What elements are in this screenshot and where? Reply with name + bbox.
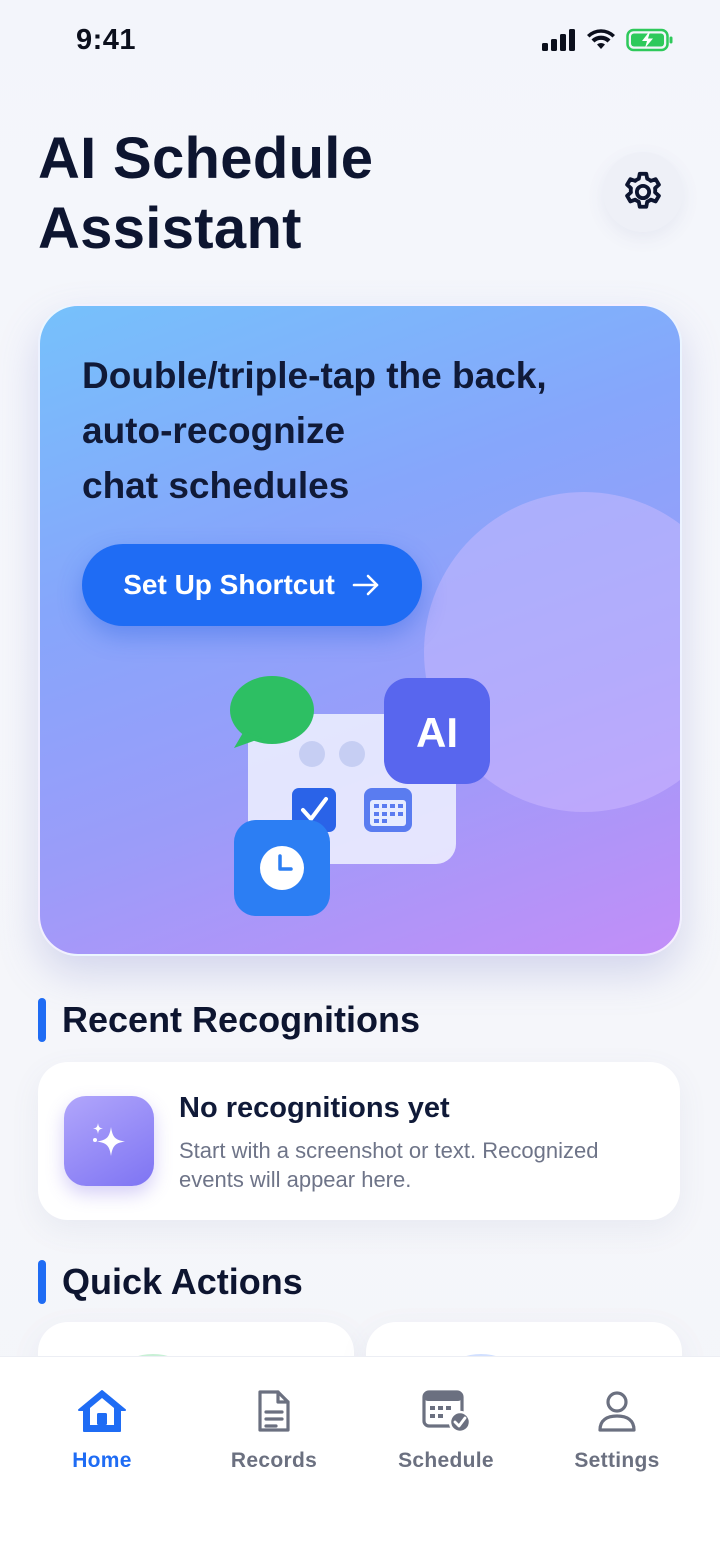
tab-schedule[interactable]: Schedule <box>376 1387 516 1477</box>
tab-home[interactable]: Home <box>32 1387 172 1477</box>
cellular-signal-icon <box>542 29 575 51</box>
status-icons <box>542 28 674 52</box>
section-title: Recent Recognitions <box>62 999 421 1040</box>
section-accent-bar <box>38 1260 46 1304</box>
battery-charging-icon <box>626 28 673 52</box>
tab-label: Settings <box>574 1449 660 1472</box>
home-icon <box>78 1390 126 1432</box>
gear-icon <box>625 171 661 209</box>
section-title: Quick Actions <box>62 1261 303 1302</box>
clock-icon <box>234 820 330 916</box>
settings-button[interactable] <box>603 152 683 232</box>
calendar-grid-icon <box>364 788 412 832</box>
tab-bar: Home Records Schedule Settings <box>0 1356 720 1558</box>
tab-label: Schedule <box>398 1449 494 1472</box>
wifi-icon <box>587 29 615 49</box>
empty-state-title: No recognitions yet <box>179 1092 450 1124</box>
recent-recognitions-header: Recent Recognitions <box>38 998 420 1042</box>
document-icon <box>258 1390 290 1432</box>
calendar-check-icon <box>422 1390 472 1434</box>
hero-illustration: AI <box>230 676 490 916</box>
empty-state-subtitle: Start with a screenshot or text. Recogni… <box>179 1138 599 1192</box>
page-title: AI Schedule Assistant <box>38 126 374 261</box>
tab-records[interactable]: Records <box>204 1387 344 1477</box>
section-accent-bar <box>38 998 46 1042</box>
status-time: 9:41 <box>76 24 137 56</box>
ai-badge-icon: AI <box>384 678 490 784</box>
shortcut-hero-card: Double/triple-tap the back, auto-recogni… <box>38 304 682 956</box>
sparkles-icon <box>64 1096 154 1186</box>
quick-actions-header: Quick Actions <box>38 1260 303 1304</box>
status-bar: 9:41 <box>0 0 720 84</box>
tab-label: Records <box>230 1449 318 1472</box>
person-icon <box>598 1391 636 1432</box>
tab-label: Home <box>72 1449 132 1472</box>
ai-badge-text: AI <box>416 709 458 756</box>
tab-settings[interactable]: Settings <box>547 1387 687 1477</box>
empty-state-card: No recognitions yet Start with a screens… <box>38 1062 680 1220</box>
